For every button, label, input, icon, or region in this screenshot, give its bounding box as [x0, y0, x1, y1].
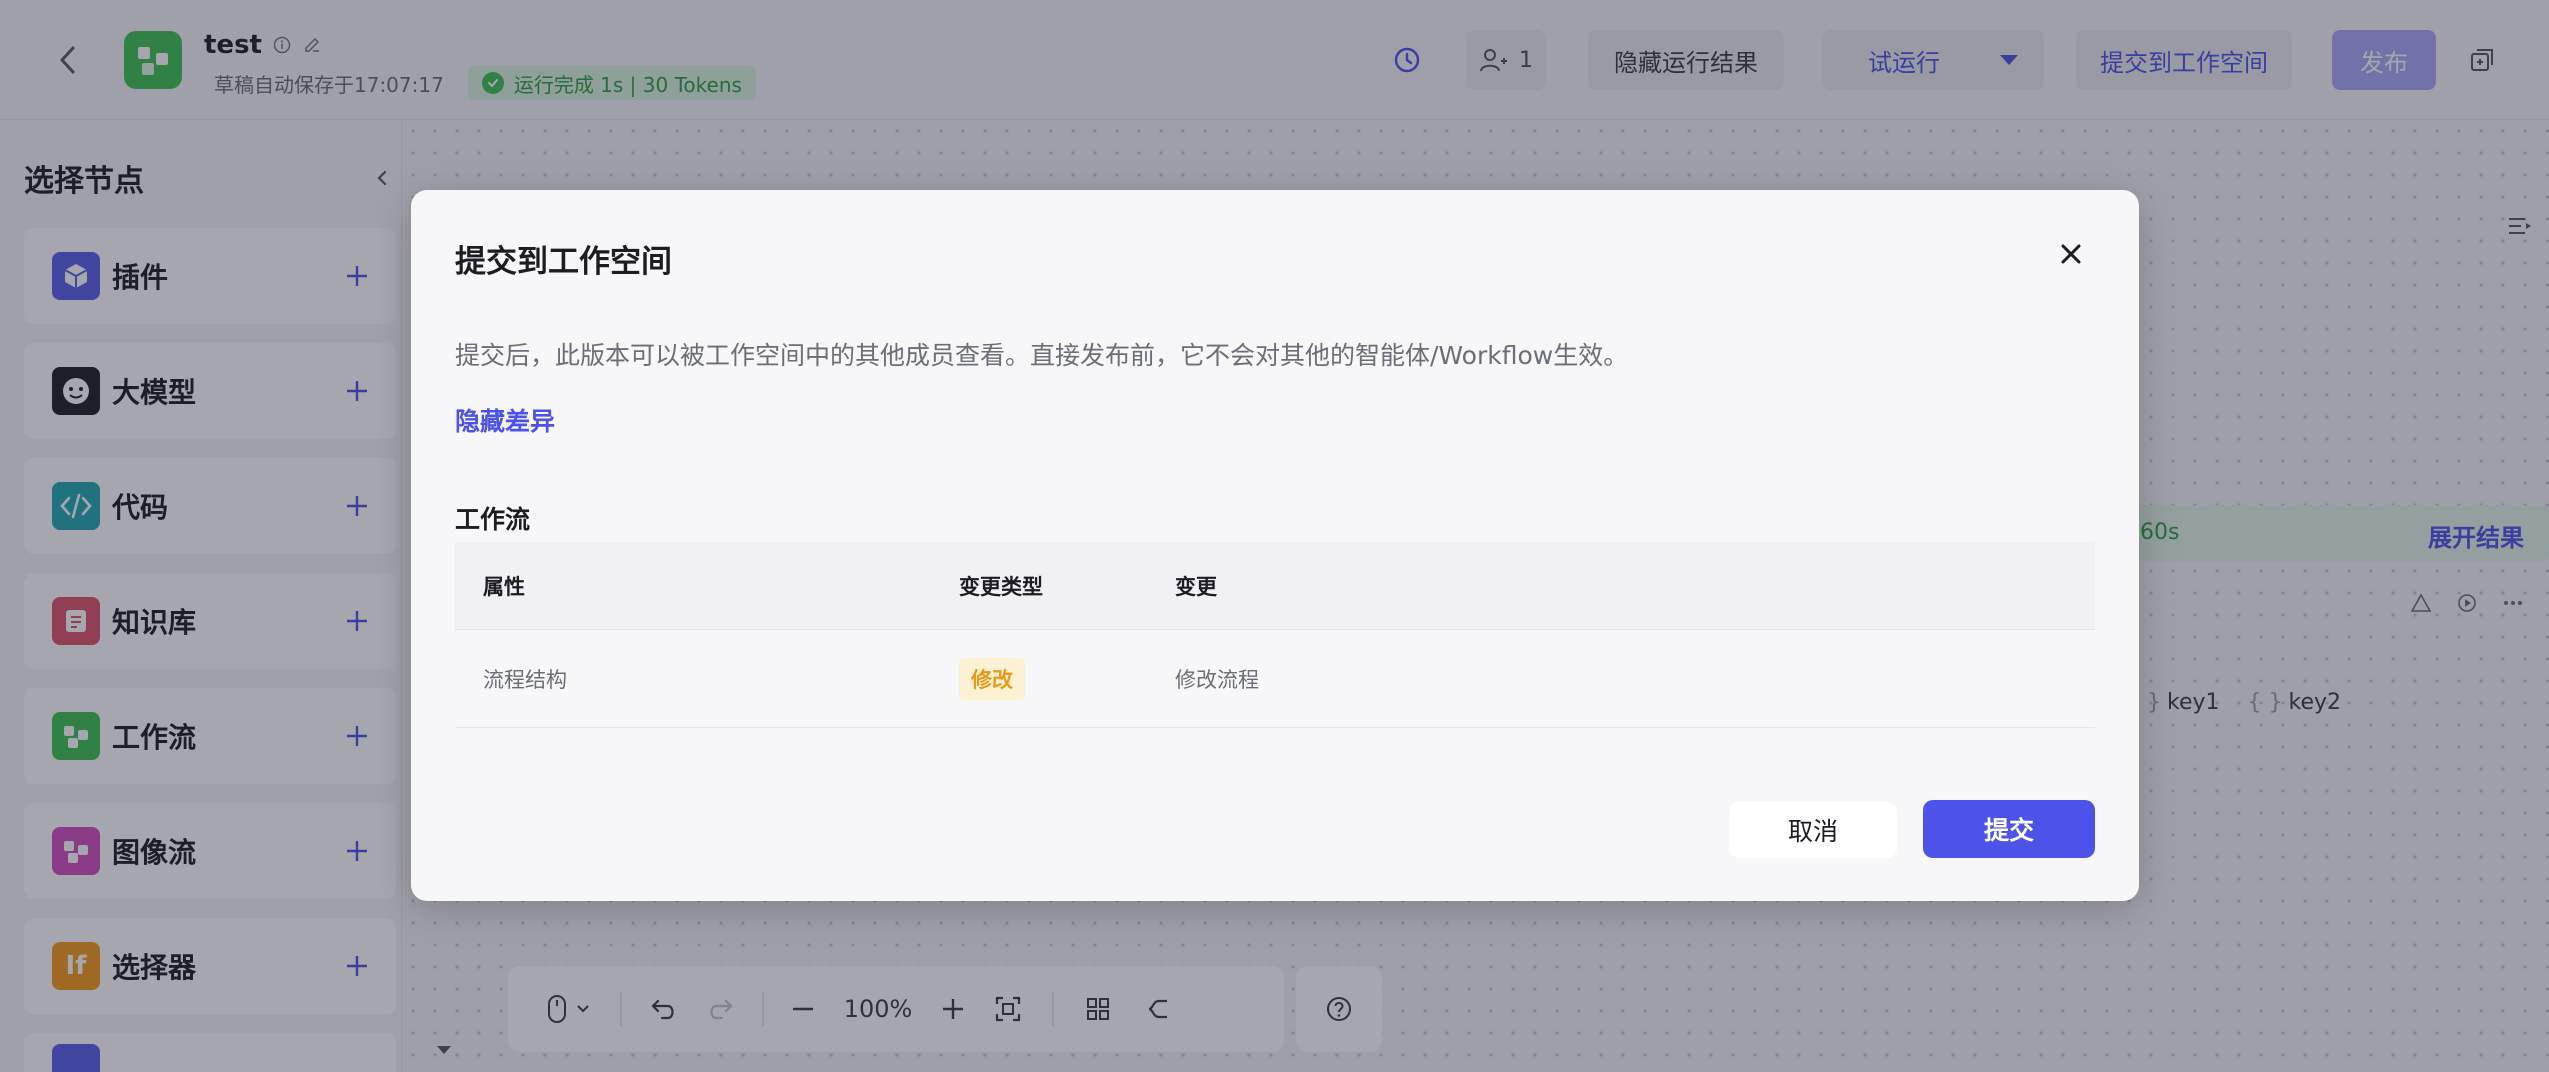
- close-icon: [2061, 244, 2081, 264]
- dialog-description: 提交后，此版本可以被工作空间中的其他成员查看。直接发布前，它不会对其他的智能体/…: [455, 341, 1629, 370]
- close-button[interactable]: [2051, 234, 2091, 274]
- column-header-change-type: 变更类型: [959, 574, 1043, 599]
- cell-change: 修改流程: [1175, 667, 1259, 692]
- cancel-button[interactable]: 取消: [1729, 802, 1897, 858]
- section-title: 工作流: [455, 505, 531, 534]
- column-header-change: 变更: [1175, 574, 1217, 599]
- table-row: 流程结构 修改 修改流程: [455, 630, 2095, 728]
- submit-button[interactable]: 提交: [1923, 800, 2095, 858]
- column-header-property: 属性: [483, 574, 525, 599]
- submit-workspace-dialog: 提交到工作空间 提交后，此版本可以被工作空间中的其他成员查看。直接发布前，它不会…: [411, 190, 2139, 901]
- dialog-title: 提交到工作空间: [455, 244, 672, 280]
- change-type-badge: 修改: [959, 657, 1025, 700]
- hide-diff-link[interactable]: 隐藏差异: [455, 402, 555, 438]
- table-header: 属性 变更类型 变更: [455, 542, 2095, 630]
- cell-property: 流程结构: [483, 667, 567, 692]
- diff-table: 属性 变更类型 变更 流程结构 修改 修改流程: [455, 542, 2095, 728]
